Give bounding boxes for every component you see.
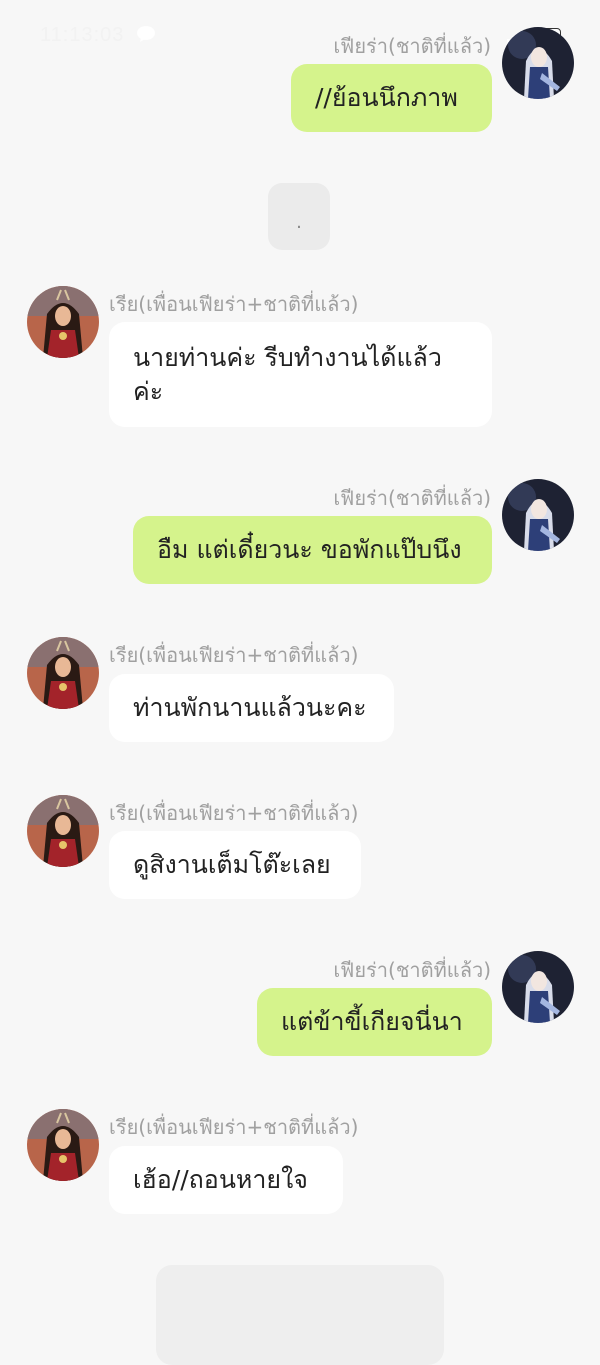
- sender-name: เรีย(เพื่อนเฟียร่า+ชาติที่แล้ว): [109, 801, 359, 825]
- sender-name: เฟียร่า(ชาติที่แล้ว): [333, 486, 491, 510]
- sender-name: เรีย(เพื่อนเฟียร่า+ชาติที่แล้ว): [109, 292, 359, 316]
- avatar-ria[interactable]: [27, 795, 99, 867]
- message-bubble-incoming[interactable]: เฮ้อ//ถอนหายใจ: [109, 1146, 343, 1214]
- avatar-fiara-image: [502, 479, 574, 551]
- sender-name: เรีย(เพื่อนเฟียร่า+ชาติที่แล้ว): [109, 1115, 359, 1139]
- message-text-line-1: นายท่านค่ะ รีบทำงานได้แล้ว: [133, 343, 442, 372]
- message-text: อืม แต่เดี๋ยวนะ ขอพักแป๊บนึง: [157, 535, 462, 564]
- message-bubble-incoming[interactable]: ท่านพักนานแล้วนะคะ: [109, 674, 394, 742]
- message-bubble-outgoing[interactable]: แต่ข้าขี้เกียจนี่นา: [257, 988, 492, 1056]
- avatar-fiara[interactable]: [502, 479, 574, 551]
- avatar-ria-image: [27, 795, 99, 867]
- system-message: .: [268, 183, 330, 250]
- message-text-line-2: ค่ะ: [133, 377, 164, 406]
- sender-name: เฟียร่า(ชาติที่แล้ว): [333, 34, 491, 58]
- message-bubble-incoming[interactable]: นายท่านค่ะ รีบทำงานได้แล้ว ค่ะ: [109, 322, 492, 427]
- avatar-ria[interactable]: [27, 637, 99, 709]
- status-time: 11:13:03: [40, 24, 125, 46]
- message-text: แต่ข้าขี้เกียจนี่นา: [281, 1007, 463, 1036]
- avatar-ria-image: [27, 1109, 99, 1181]
- avatar-fiara[interactable]: [502, 951, 574, 1023]
- message-bubble-incoming[interactable]: ดูสิงานเต็มโต๊ะเลย: [109, 831, 361, 899]
- avatar-ria[interactable]: [27, 286, 99, 358]
- message-bubble-outgoing[interactable]: อืม แต่เดี๋ยวนะ ขอพักแป๊บนึง: [133, 516, 492, 584]
- avatar-fiara-image: [502, 951, 574, 1023]
- sender-name: เรีย(เพื่อนเฟียร่า+ชาติที่แล้ว): [109, 643, 359, 667]
- message-text: เฮ้อ//ถอนหายใจ: [133, 1165, 308, 1194]
- message-text: ดูสิงานเต็มโต๊ะเลย: [133, 850, 331, 879]
- avatar-fiara-image: [502, 27, 574, 99]
- avatar-ria[interactable]: [27, 1109, 99, 1181]
- avatar-ria-image: [27, 286, 99, 358]
- partial-message-card[interactable]: [156, 1265, 444, 1365]
- message-text: ท่านพักนานแล้วนะคะ: [133, 693, 367, 722]
- message-text: //ย้อนนึกภาพ: [315, 83, 458, 112]
- sender-name: เฟียร่า(ชาติที่แล้ว): [333, 958, 491, 982]
- avatar-ria-image: [27, 637, 99, 709]
- avatar-fiara[interactable]: [502, 27, 574, 99]
- message-bubble-outgoing[interactable]: //ย้อนนึกภาพ: [291, 64, 492, 132]
- chat-notification-icon: [137, 26, 155, 42]
